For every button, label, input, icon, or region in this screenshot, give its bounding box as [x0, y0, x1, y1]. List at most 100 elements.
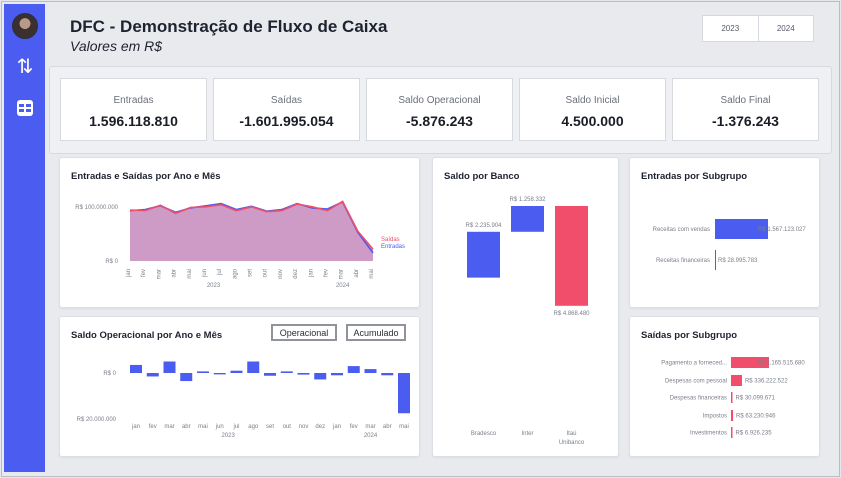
- bar: [731, 410, 734, 421]
- x-tick-label: set: [248, 269, 254, 277]
- data-label: R$ 2.235.904: [465, 223, 502, 229]
- bar: [280, 371, 293, 373]
- entradas-subgrupo-chart: Receitas com vendas R$ 1.567.123.027 Recei…: [653, 219, 806, 270]
- kpi-label: Entradas: [113, 95, 154, 106]
- x-tick-label: ago: [232, 268, 238, 279]
- kpi-value: 1.596.118.810: [89, 113, 178, 129]
- x-year-label: 2024: [364, 433, 378, 439]
- kpi-label: Saldo Operacional: [398, 95, 481, 106]
- bar: [731, 392, 733, 403]
- x-tick-label: abr: [354, 269, 360, 278]
- legend-entradas: Entradas: [381, 244, 405, 250]
- category-label: Receitas financeiras: [656, 258, 710, 264]
- y-tick-label: R$ 20.000.000: [77, 417, 117, 423]
- x-tick-label: mar: [164, 424, 174, 430]
- kpi-strip: Entradas 1.596.118.810 Saídas -1.601.995…: [49, 66, 832, 154]
- x-tick-label: nov: [278, 269, 284, 279]
- kpi-saldo-final: Saldo Final -1.376.243: [672, 78, 819, 141]
- bar: [398, 373, 410, 414]
- kpi-value: 4.500.000: [561, 113, 624, 129]
- x-tick-label: abr: [383, 424, 392, 430]
- category-label: Receitas com vendas: [653, 227, 710, 233]
- bar: [381, 373, 394, 376]
- data-label: R$ 1.165.515.680: [757, 361, 805, 367]
- x-tick-label: mar: [156, 269, 162, 279]
- x-tick-label: mar: [365, 424, 375, 430]
- x-tick-label: nov: [299, 424, 309, 430]
- bar: [314, 373, 327, 380]
- x-tick-label: mai: [369, 269, 375, 279]
- kpi-saldo-inicial: Saldo Inicial 4.500.000: [519, 78, 666, 141]
- card-entradas-subgrupo: Entradas por Subgrupo Receitas com venda…: [629, 157, 820, 308]
- main-content: DFC - Demonstração de Fluxo de Caixa Val…: [46, 4, 835, 472]
- x-tick-label: mai: [399, 424, 409, 430]
- bar: [731, 375, 742, 386]
- year-button-2023[interactable]: 2023: [703, 16, 758, 41]
- entradas-saidas-chart: R$ 100.000.000 R$ 0 SaídasEntradas jan fev ma…: [75, 200, 405, 289]
- x-tick-label: Unibanco: [559, 440, 585, 446]
- x-tick-label: fev: [323, 269, 329, 277]
- kpi-value: -5.876.243: [406, 113, 473, 129]
- data-label: R$ 30.099.671: [736, 396, 776, 402]
- kpi-saldo-operacional: Saldo Operacional -5.876.243: [366, 78, 513, 141]
- x-tick-label: fev: [141, 269, 147, 277]
- x-tick-label: abr: [182, 424, 191, 430]
- bar: [130, 364, 142, 373]
- saidas-subgrupo-chart: Pagamento a forneced... R$ 1.165.515.680 D…: [661, 357, 805, 438]
- x-tick-label: Bradesco: [471, 431, 497, 437]
- x-tick-label: set: [266, 424, 274, 430]
- card-saldo-banco: Saldo por Banco R$ 2.235.904 R$ 1.258.332…: [432, 157, 619, 457]
- card-saidas-subgrupo: Saídas por Subgrupo Pagamento a forneced…: [629, 316, 820, 457]
- bar: [213, 373, 226, 375]
- x-tick-label: out: [283, 424, 292, 430]
- x-tick-label: jun: [215, 424, 224, 430]
- card-entradas-saidas: Entradas e Saídas por Ano e Mês R$ 100.0…: [59, 157, 420, 308]
- x-tick-label: jul: [232, 424, 239, 430]
- page-title: DFC - Demonstração de Fluxo de Caixa: [70, 17, 388, 36]
- bar: [180, 373, 193, 382]
- x-tick-label: abr: [172, 269, 178, 278]
- data-label: R$ 1.567.123.027: [758, 227, 806, 233]
- x-year-label: 2024: [336, 283, 350, 289]
- bar: [347, 366, 360, 373]
- x-tick-label: Inter: [521, 431, 533, 437]
- area-fill: [130, 201, 373, 261]
- x-tick-label: dez: [315, 424, 325, 430]
- bar: [146, 373, 159, 377]
- kpi-value: -1.376.243: [712, 113, 779, 129]
- x-year-label: 2023: [207, 283, 221, 289]
- table-icon[interactable]: [14, 97, 36, 119]
- y-tick-label: R$ 100.000.000: [75, 205, 118, 211]
- bar: [197, 371, 209, 373]
- data-label: R$ 63.230.946: [736, 414, 776, 420]
- kpi-entradas: Entradas 1.596.118.810: [60, 78, 207, 141]
- bar: [331, 373, 343, 376]
- card-saldo-operacional: Saldo Operacional por Ano e Mês Operacio…: [59, 316, 420, 457]
- y-tick-label: R$ 0: [105, 259, 118, 265]
- x-tick-label: fev: [149, 424, 157, 430]
- arrows-up-down-icon[interactable]: ⇅: [14, 56, 36, 78]
- kpi-label: Saídas: [270, 95, 303, 106]
- bar: [731, 427, 733, 438]
- y-tick-label: R$ 0: [103, 371, 116, 377]
- sidebar: ⇅: [4, 4, 45, 472]
- kpi-label: Saldo Inicial: [565, 95, 620, 106]
- bar: [247, 361, 260, 373]
- x-tick-label: jan: [131, 424, 140, 430]
- year-button-2024[interactable]: 2024: [757, 16, 814, 41]
- x-tick-label: mai: [198, 424, 208, 430]
- legend-saidas: Saídas: [381, 237, 400, 243]
- x-tick-label: jul: [217, 269, 223, 276]
- avatar[interactable]: [12, 13, 38, 39]
- category-label: Despesas financeiras: [670, 396, 727, 402]
- bar: [230, 370, 243, 373]
- category-label: Pagamento a forneced...: [661, 361, 727, 367]
- saldo-operacional-chart: R$ 0 R$ 20.000.000 jan fev mar abr mai jun jul ag…: [77, 361, 410, 439]
- x-tick-label: Itaú: [566, 431, 576, 437]
- bar: [364, 369, 377, 373]
- bar: [555, 206, 588, 306]
- x-tick-label: jan: [308, 269, 314, 278]
- kpi-label: Saldo Final: [720, 95, 771, 106]
- x-tick-label: jan: [126, 269, 132, 278]
- bar: [715, 250, 716, 270]
